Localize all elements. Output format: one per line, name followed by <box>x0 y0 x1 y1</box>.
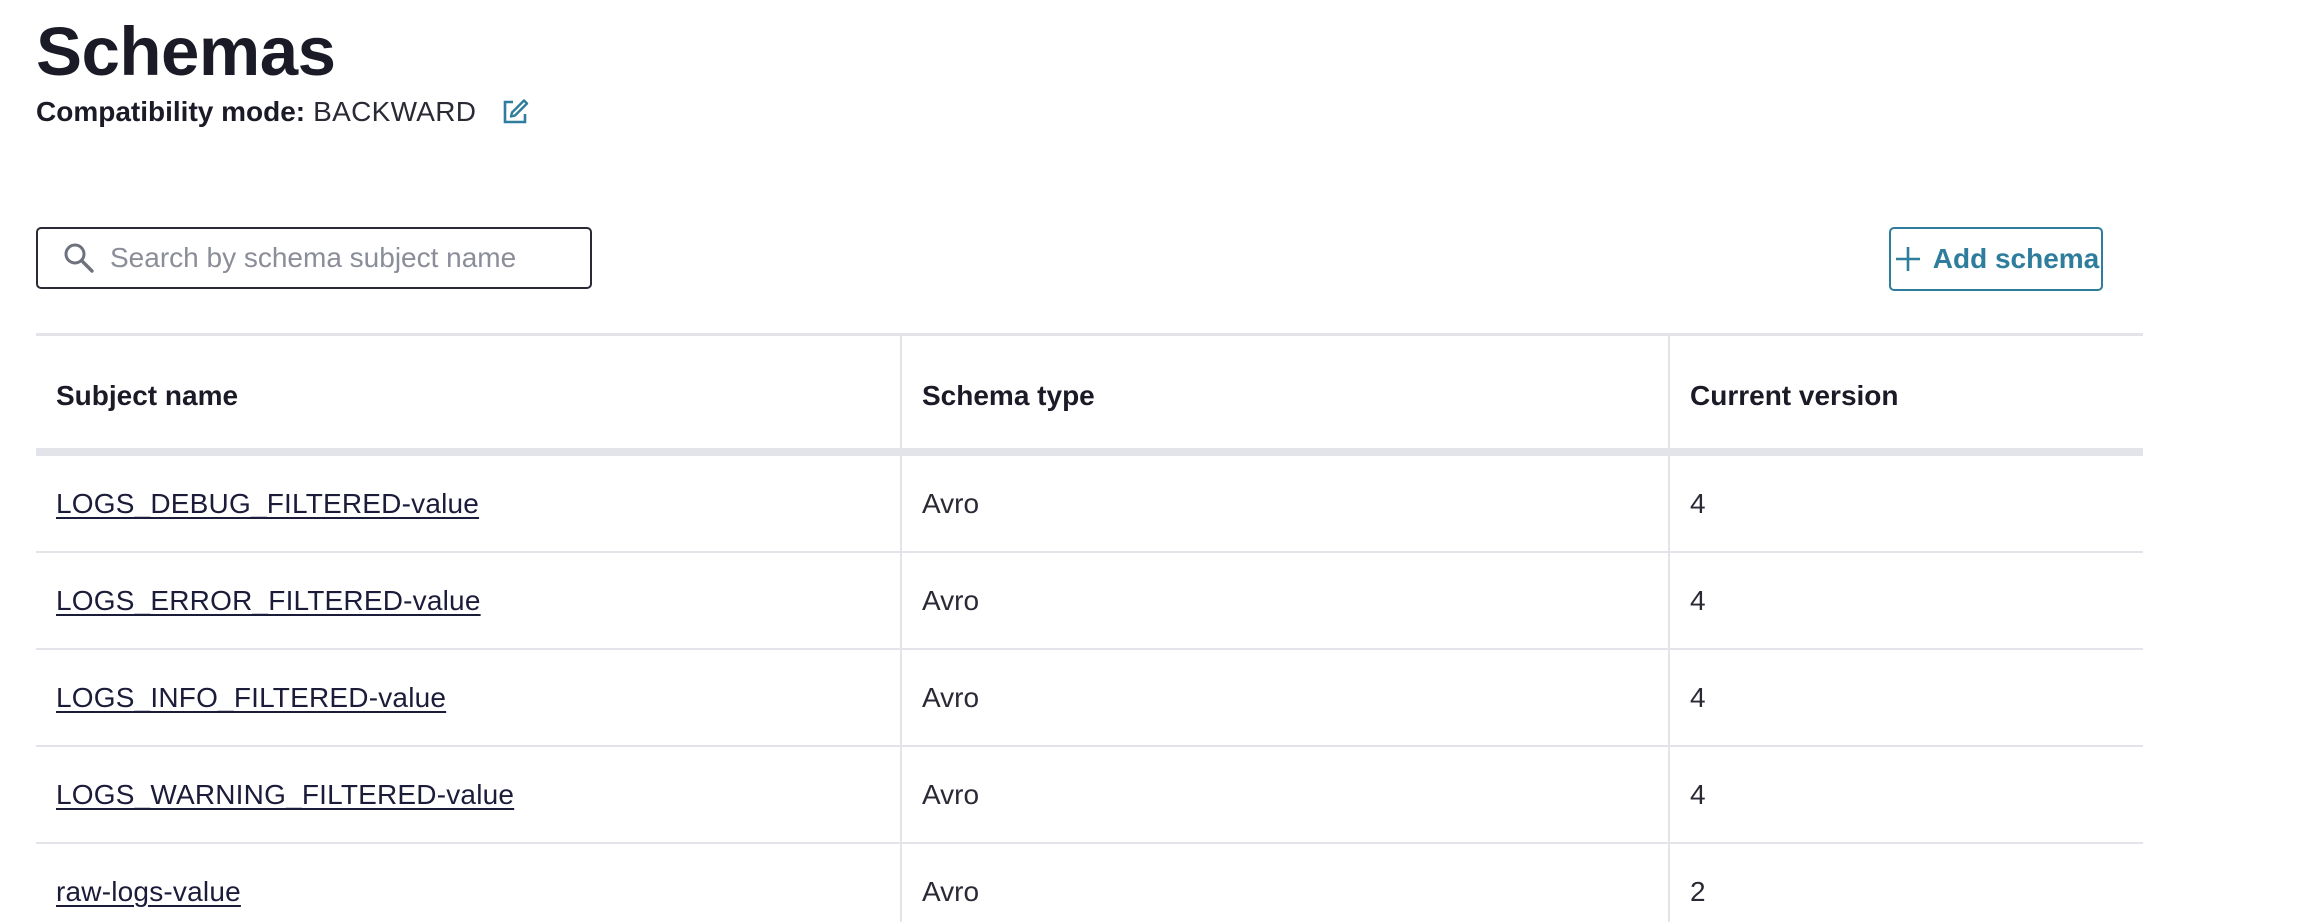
subject-link[interactable]: LOGS_ERROR_FILTERED-value <box>56 585 481 616</box>
schema-type-cell: Avro <box>900 843 1669 922</box>
column-header-current-version[interactable]: Current version <box>1668 334 2143 456</box>
subject-cell: LOGS_INFO_FILTERED-value <box>36 649 901 747</box>
subject-cell: raw-logs-value <box>36 843 901 922</box>
edit-icon[interactable] <box>500 97 530 127</box>
table-row: LOGS_INFO_FILTERED-value Avro 4 <box>36 649 2143 747</box>
compatibility-label: Compatibility mode: <box>36 96 306 127</box>
search-input[interactable] <box>108 229 590 287</box>
subject-cell: LOGS_WARNING_FILTERED-value <box>36 746 901 844</box>
schemas-page: Schemas Compatibility mode: BACKWARD Ad <box>0 0 2306 922</box>
subject-cell: LOGS_ERROR_FILTERED-value <box>36 552 901 650</box>
current-version-cell: 2 <box>1668 843 2143 922</box>
current-version-cell: 4 <box>1668 552 2143 650</box>
table-row: raw-logs-value Avro 2 <box>36 843 2143 922</box>
schema-type-cell: Avro <box>900 552 1669 650</box>
table-row: LOGS_DEBUG_FILTERED-value Avro 4 <box>36 452 2143 553</box>
plus-icon <box>1893 244 1923 274</box>
column-header-subject-name[interactable]: Subject name <box>36 334 901 456</box>
table-row: LOGS_WARNING_FILTERED-value Avro 4 <box>36 746 2143 844</box>
search-icon <box>62 241 96 275</box>
subject-link[interactable]: LOGS_DEBUG_FILTERED-value <box>56 488 479 519</box>
current-version-cell: 4 <box>1668 746 2143 844</box>
column-header-schema-type[interactable]: Schema type <box>900 334 1669 456</box>
add-schema-label: Add schema <box>1932 243 2100 274</box>
subject-cell: LOGS_DEBUG_FILTERED-value <box>36 452 901 553</box>
add-schema-button[interactable]: Add schema <box>1889 227 2103 291</box>
search-box <box>36 227 592 289</box>
compatibility-mode: Compatibility mode: BACKWARD <box>36 92 530 132</box>
table-header-row: Subject name Schema type Current version <box>36 334 2143 456</box>
schema-type-cell: Avro <box>900 746 1669 844</box>
subject-link[interactable]: raw-logs-value <box>56 876 241 907</box>
subject-link[interactable]: LOGS_INFO_FILTERED-value <box>56 682 446 713</box>
table-row: LOGS_ERROR_FILTERED-value Avro 4 <box>36 552 2143 650</box>
compatibility-value: BACKWARD <box>313 96 477 127</box>
schema-type-cell: Avro <box>900 649 1669 747</box>
current-version-cell: 4 <box>1668 649 2143 747</box>
current-version-cell: 4 <box>1668 452 2143 553</box>
schema-type-cell: Avro <box>900 452 1669 553</box>
subject-link[interactable]: LOGS_WARNING_FILTERED-value <box>56 779 514 810</box>
page-title: Schemas <box>36 13 336 90</box>
schemas-table: Subject name Schema type Current version… <box>36 333 2143 922</box>
